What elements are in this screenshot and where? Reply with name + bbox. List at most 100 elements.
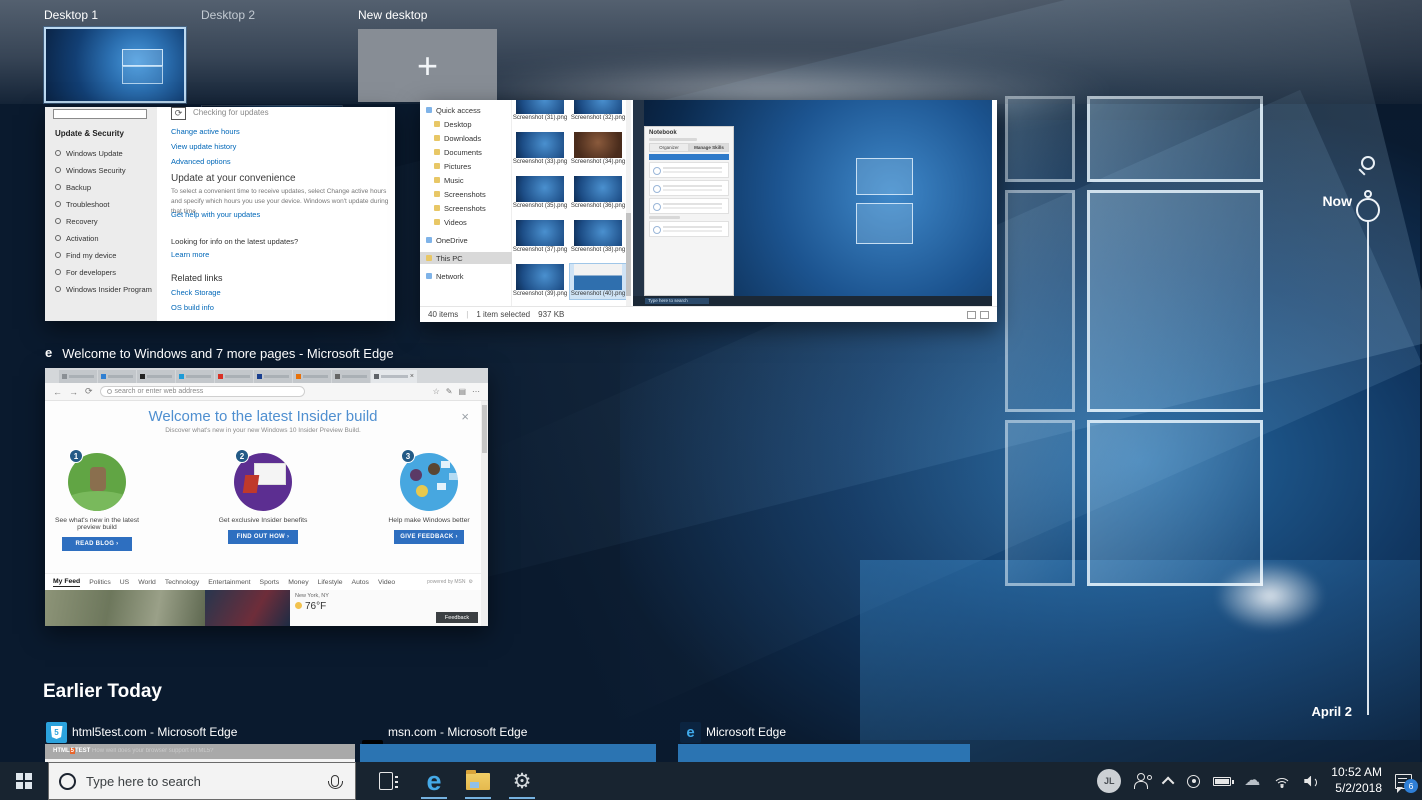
sidebar-item: Windows Insider Program [55,283,152,295]
wifi-icon[interactable] [1273,774,1291,788]
onedrive-cloud-icon[interactable]: ☁ [1244,773,1260,789]
weather-panel: New York, NY 76°F Feedback [290,590,481,626]
taskbar: Type here to search e ⚙ JL ☁ [0,762,1422,800]
tab-favicon [101,374,106,379]
address-bar: search or enter web address [100,386,305,397]
clock-date: 5/2/2018 [1331,781,1382,797]
explorer-scrollbar [626,100,631,306]
browser-tab [176,370,214,383]
timeline-card-edge[interactable] [678,744,970,762]
tray-status-icon[interactable] [1187,775,1200,788]
nav-item: Quick access [426,104,481,116]
cortana-notebook-title: Notebook [649,130,733,136]
news-strip: New York, NY 76°F Feedback [45,590,481,626]
nav-item: Pictures [434,160,471,172]
new-desktop-button[interactable]: + [358,29,497,102]
timeline-top-tick [1364,190,1372,198]
feature-column: 3 Help make Windows better GIVE FEEDBACK… [377,453,481,551]
search-placeholder: Type here to search [86,774,321,789]
desktop2-label: Desktop 2 [201,8,255,22]
action-center-icon[interactable]: 6 [1395,774,1412,789]
desktop1-thumbnail[interactable] [44,27,186,103]
preview-wallpaper-pane [856,203,913,244]
taskbar-search-box[interactable]: Type here to search [48,762,356,800]
edge-page-content: × Welcome to the latest Insider build Di… [45,401,481,573]
learn-more-link: Learn more [171,250,209,259]
microphone-icon[interactable] [331,775,339,787]
wallpaper-pane [1005,190,1075,412]
sidebar-item: Find my device [55,249,116,261]
timeline-search-icon[interactable] [1358,155,1384,181]
html5-shield-icon: 5 [51,726,63,739]
timeline-scrollbar[interactable] [1367,221,1369,715]
file-item: Screenshot (33).png [512,132,568,167]
edge-scrollbar [481,401,488,626]
file-item: Screenshot (36).png [570,176,626,211]
insider-features: 1 See what's new in the latest preview b… [45,453,481,551]
give-feedback-button: GIVE FEEDBACK › [394,530,464,544]
battery-icon[interactable] [1213,777,1231,786]
timeline-card-msn[interactable] [360,744,656,762]
timeline-card-title: Microsoft Edge [706,725,786,739]
windows-security-icon [55,167,61,173]
for-developers-icon [55,269,61,275]
sidebar-item: Troubleshoot [55,198,110,210]
file-thumbnail [574,220,622,246]
settings-window-thumbnail[interactable]: Update & Security Windows Update Windows… [45,107,395,321]
folder-icon [466,773,490,790]
browser-tab [59,370,97,383]
volume-icon[interactable] [1304,775,1318,788]
wallpaper-pane [1005,420,1075,586]
file-item: Screenshot (31).png [512,100,568,123]
start-button[interactable] [0,762,48,800]
cortana-blue-button [649,154,729,160]
browser-tab [293,370,331,383]
weather-temp: 76°F [295,601,476,612]
task-view-icon [379,772,393,790]
gear-icon: ⚙ [469,579,473,585]
explorer-status-bar: 40 items | 1 item selected 937 KB [420,306,997,322]
nav-item: Documents [434,146,482,158]
notification-badge: 6 [1404,779,1418,793]
file-thumbnail [574,264,622,290]
preview-start-column [633,100,644,306]
sidebar-item: Activation [55,232,99,244]
browser-tab-active [371,370,417,383]
edge-window-thumbnail[interactable]: ← → ⟳ search or enter web address ☆ ✎ ▤ … [45,368,488,626]
show-hidden-icons-chevron[interactable] [1162,776,1175,789]
edge-icon: e [426,768,441,795]
tab-favicon [62,374,67,379]
videos-icon [434,219,440,225]
people-icon[interactable] [1134,773,1152,789]
nav-item: OneDrive [426,234,468,246]
nav-item: Music [434,174,464,186]
cortana-card [649,221,729,237]
status-selected: 1 item selected [476,310,530,319]
taskbar-settings-button[interactable]: ⚙ [500,762,544,800]
sidebar-item: Windows Security [55,164,126,176]
status-size: 937 KB [538,310,564,319]
timeline-now-marker[interactable] [1356,198,1380,222]
view-update-history-link: View update history [171,142,236,151]
user-avatar[interactable]: JL [1097,769,1121,793]
task-view-button[interactable] [368,762,404,800]
close-banner-icon: × [461,409,469,424]
screenshots-icon [434,205,440,211]
troubleshoot-icon [55,201,61,207]
timeline-card-title: html5test.com - Microsoft Edge [72,725,237,739]
edge-nav-bar: ← → ⟳ search or enter web address ☆ ✎ ▤ … [45,383,488,401]
settings-sidebar: Update & Security Windows Update Windows… [45,107,157,321]
timeline-card-html5test[interactable]: HTML5TEST How well does your browser sup… [45,744,355,762]
status-divider: | [466,310,468,319]
browser-tab [215,370,253,383]
taskbar-edge-button[interactable]: e [412,762,456,800]
settings-content: ⟳ Checking for updates Change active hou… [157,107,395,321]
weather-location: New York, NY [295,593,476,599]
annotate-icon: ✎ [446,387,453,396]
browser-tab [137,370,175,383]
browser-tab [332,370,370,383]
explorer-window-thumbnail[interactable]: Quick access Desktop Downloads Documents… [420,100,997,322]
taskbar-explorer-button[interactable] [456,762,500,800]
edge-card-title-row: e Welcome to Windows and 7 more pages - … [45,341,394,365]
taskbar-clock[interactable]: 10:52 AM 5/2/2018 [1331,765,1382,796]
